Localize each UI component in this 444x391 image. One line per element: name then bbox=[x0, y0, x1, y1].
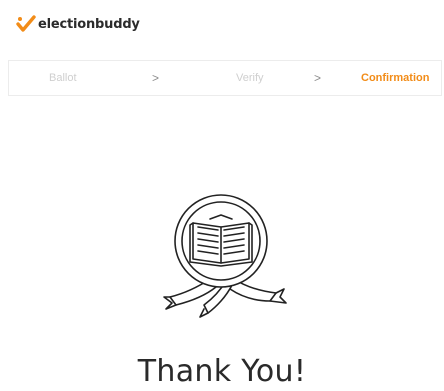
step-separator-2: > bbox=[314, 71, 322, 85]
step-confirmation: Confirmation bbox=[361, 72, 430, 84]
progress-steps: Ballot > Verify > Confirmation bbox=[8, 60, 442, 96]
step-verify: Verify bbox=[236, 72, 264, 84]
thank-you-heading: Thank You! bbox=[137, 354, 307, 389]
brand-logo[interactable]: electionbuddy bbox=[16, 12, 140, 36]
step-ballot: Ballot bbox=[49, 72, 77, 84]
brand-name: electionbuddy bbox=[38, 16, 140, 32]
checkmark-logo-icon bbox=[16, 15, 36, 32]
step-separator-1: > bbox=[152, 71, 160, 85]
ballot-book-seal-icon bbox=[163, 194, 287, 318]
confirmation-page: electionbuddy Ballot > Verify > Confirma… bbox=[0, 0, 444, 391]
